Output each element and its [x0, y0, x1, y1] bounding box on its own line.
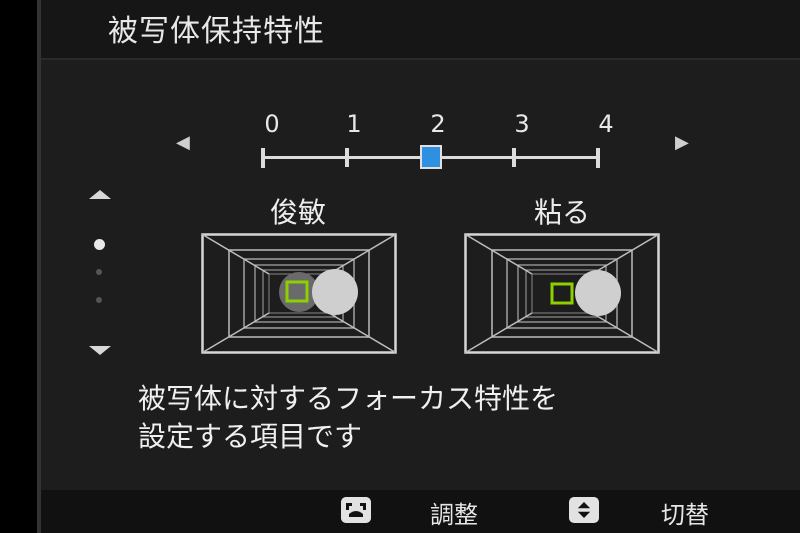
- slider-tick: [345, 148, 349, 167]
- slider-tick: [261, 148, 265, 168]
- help-line-2: 設定する項目です: [138, 420, 363, 453]
- focus-frame: [550, 282, 574, 305]
- page-title: 被写体保持特性: [108, 14, 325, 49]
- page-dot: [96, 297, 102, 303]
- dial-icon[interactable]: [341, 497, 371, 523]
- slider-tick: [512, 148, 516, 167]
- scale-label-0: 0: [264, 110, 280, 138]
- slider-tick: [596, 148, 600, 168]
- scale-label-4: 4: [598, 110, 614, 138]
- subject-circle: [312, 269, 358, 315]
- page-up-icon[interactable]: [89, 190, 111, 199]
- up-down-button-icon[interactable]: [569, 497, 599, 523]
- switch-label: 切替: [661, 501, 709, 529]
- scale-label-3: 3: [514, 110, 530, 138]
- subject-circle: [575, 270, 621, 316]
- decrease-arrow-icon[interactable]: ◀: [176, 132, 190, 153]
- help-description: 被写体に対するフォーカス特性を 設定する項目です: [138, 380, 558, 456]
- quick-mode-diagram: [201, 233, 397, 354]
- scale-label-2: 2: [430, 110, 446, 138]
- mode-label-sticky: 粘る: [533, 196, 590, 229]
- increase-arrow-icon[interactable]: ▶: [675, 132, 689, 153]
- adjust-label: 調整: [430, 501, 478, 529]
- page-dot-current: [94, 239, 105, 250]
- page-dot: [96, 269, 102, 275]
- scale-label-1: 1: [346, 110, 362, 138]
- title-bar: 被写体保持特性: [41, 0, 800, 60]
- slider-thumb[interactable]: [419, 145, 442, 169]
- page-down-icon[interactable]: [89, 346, 111, 355]
- sticky-mode-diagram: [464, 233, 660, 354]
- mode-label-quick: 俊敏: [269, 196, 326, 229]
- help-line-1: 被写体に対するフォーカス特性を: [138, 382, 559, 415]
